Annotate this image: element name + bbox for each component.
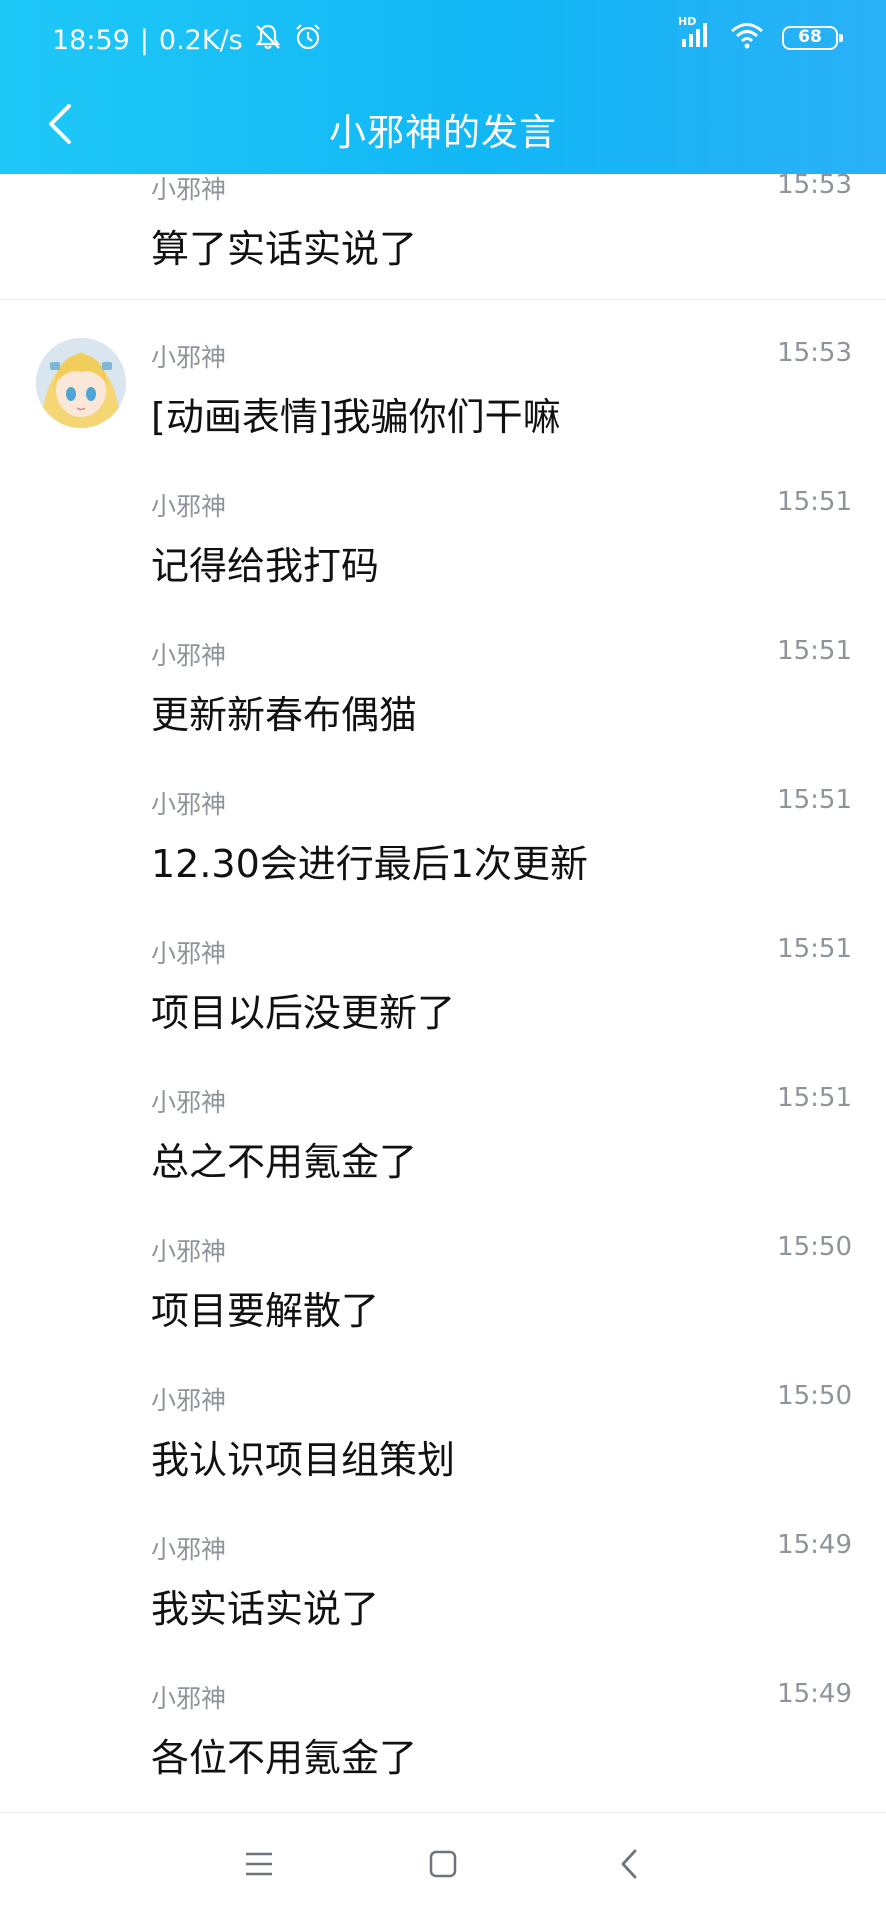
- message-text: 更新新春布偶猫: [151, 693, 418, 737]
- message-group: 小邪神 15:53 [动画表情]我骗你们干嘛 小邪神 15:51 记得给我打码 …: [0, 338, 886, 1812]
- menu-icon: [244, 1851, 274, 1881]
- status-right: HD 68: [678, 15, 843, 56]
- message-text: 项目以后没更新了: [151, 991, 456, 1035]
- message-item[interactable]: 小邪神 15:50 项目要解散了: [0, 1232, 886, 1381]
- message-list[interactable]: 小邪神 15:53 算了实话实说了 小邪神 15:53 [动画表情]我骗你们干嘛: [0, 174, 886, 1812]
- nav-back-button[interactable]: [604, 1841, 654, 1891]
- message-item[interactable]: 小邪神 15:51 记得给我打码: [0, 487, 886, 636]
- message-text: 我认识项目组策划: [151, 1438, 456, 1482]
- message-time: 15:50: [777, 1381, 852, 1411]
- message-text: 项目要解散了: [151, 1289, 380, 1333]
- hd-label: HD: [678, 14, 697, 28]
- message-time: 15:51: [777, 636, 852, 666]
- message-item[interactable]: 小邪神 15:51 总之不用氪金了: [0, 1083, 886, 1232]
- message-item[interactable]: 小邪神 15:51 更新新春布偶猫: [0, 636, 886, 785]
- battery-level: 68: [798, 27, 822, 47]
- message-time: 15:51: [777, 934, 852, 964]
- message-item[interactable]: 小邪神 15:50 我认识项目组策划: [0, 1381, 886, 1530]
- message-sender: 小邪神: [151, 492, 227, 521]
- system-nav-bar: [0, 1812, 886, 1920]
- status-separator: |: [139, 24, 149, 56]
- message-time: 15:53: [777, 174, 852, 200]
- message-sender: 小邪神: [151, 1684, 227, 1713]
- message-text: 我实话实说了: [151, 1587, 380, 1631]
- message-text: 12.30会进行最后1次更新: [151, 842, 588, 886]
- message-sender: 小邪神: [151, 175, 227, 204]
- message-time: 15:49: [777, 1530, 852, 1560]
- message-item[interactable]: 小邪神 15:53 算了实话实说了: [0, 174, 886, 300]
- title-bar: 小邪神的发言: [0, 78, 886, 174]
- status-bar: 18:59 | 0.2K/s HD 68: [0, 0, 886, 78]
- message-sender: 小邪神: [151, 1088, 227, 1117]
- page-title: 小邪神的发言: [329, 111, 557, 154]
- message-time: 15:51: [777, 785, 852, 815]
- message-text: 各位不用氪金了: [151, 1736, 418, 1780]
- status-time: 18:59: [52, 24, 130, 56]
- message-time: 15:51: [777, 1083, 852, 1113]
- message-text: 总之不用氪金了: [151, 1140, 418, 1184]
- wifi-icon: [730, 21, 764, 56]
- message-text: 算了实话实说了: [151, 227, 418, 271]
- message-item[interactable]: 小邪神 15:53 [动画表情]我骗你们干嘛: [0, 338, 886, 487]
- home-square-icon: [428, 1849, 458, 1883]
- message-sender: 小邪神: [151, 343, 227, 372]
- message-sender: 小邪神: [151, 1386, 227, 1415]
- message-time: 15:51: [777, 487, 852, 517]
- message-group: 小邪神 15:53 算了实话实说了: [0, 174, 886, 300]
- message-time: 15:50: [777, 1232, 852, 1262]
- status-left: 18:59 | 0.2K/s: [52, 22, 323, 58]
- signal-icon: HD: [678, 15, 712, 56]
- message-text: 记得给我打码: [151, 544, 380, 588]
- message-item[interactable]: 小邪神 15:51 12.30会进行最后1次更新: [0, 785, 886, 934]
- alarm-clock-icon: [293, 22, 323, 59]
- message-text: [动画表情]我骗你们干嘛: [151, 395, 561, 439]
- battery-icon: 68: [782, 26, 843, 50]
- bell-off-icon: [253, 22, 283, 59]
- home-button[interactable]: [418, 1841, 468, 1891]
- nav-back-icon: [617, 1847, 641, 1885]
- message-sender: 小邪神: [151, 1535, 227, 1564]
- message-sender: 小邪神: [151, 790, 227, 819]
- message-sender: 小邪神: [151, 1237, 227, 1266]
- menu-button[interactable]: [234, 1841, 284, 1891]
- message-time: 15:53: [777, 338, 852, 368]
- message-sender: 小邪神: [151, 641, 227, 670]
- net-speed: 0.2K/s: [158, 24, 243, 56]
- message-item[interactable]: 小邪神 15:51 项目以后没更新了: [0, 934, 886, 1083]
- message-item[interactable]: 小邪神 15:49 各位不用氪金了: [0, 1679, 886, 1812]
- message-time: 15:49: [777, 1679, 852, 1709]
- message-item[interactable]: 小邪神 15:49 我实话实说了: [0, 1530, 886, 1679]
- message-sender: 小邪神: [151, 939, 227, 968]
